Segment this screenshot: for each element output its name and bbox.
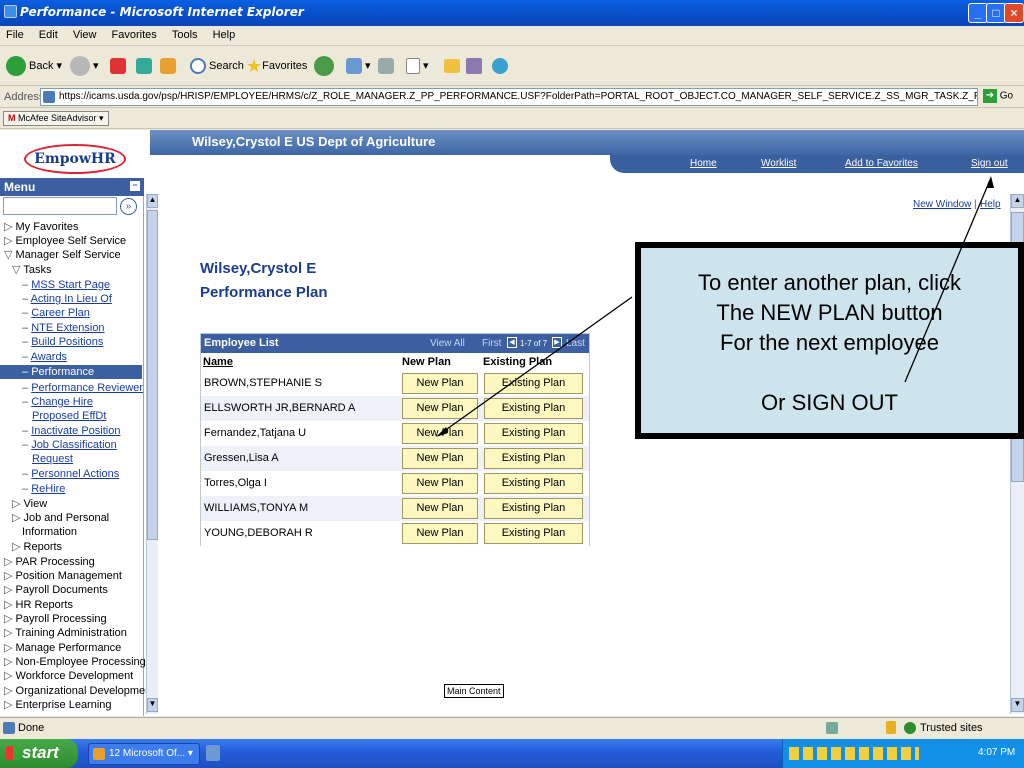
menu-bar: File Edit View Favorites Tools Help	[0, 26, 1024, 46]
print-button[interactable]	[378, 54, 397, 78]
maximize-button[interactable]: □	[986, 3, 1006, 23]
mail-icon	[346, 58, 362, 75]
back-arrow-icon	[6, 56, 26, 77]
messenger-button[interactable]	[492, 54, 511, 78]
minimize-button[interactable]: _	[968, 3, 988, 23]
search-button[interactable]: Search	[190, 54, 244, 78]
status-page-icon	[3, 722, 15, 734]
forward-arrow-icon	[70, 56, 90, 77]
search-icon	[190, 58, 206, 75]
history-icon	[314, 56, 334, 77]
status-text: Done	[18, 722, 45, 734]
start-button[interactable]: start	[0, 739, 78, 768]
trusted-check-icon	[904, 722, 916, 734]
status-bar: Done Trusted sites	[0, 717, 1024, 739]
home-icon	[160, 58, 176, 75]
go-button[interactable]: ➔ Go	[983, 89, 1013, 103]
tray-icons[interactable]	[789, 747, 919, 760]
stop-icon	[110, 58, 126, 75]
page-icon	[43, 91, 55, 103]
arrow-head-sign-out	[986, 176, 994, 188]
messenger-icon	[492, 58, 508, 75]
stop-button[interactable]	[110, 54, 129, 78]
taskbar-ie-icon[interactable]	[206, 745, 220, 761]
ie-icon	[4, 5, 17, 18]
research-icon	[466, 58, 482, 75]
close-button[interactable]: ×	[1004, 3, 1024, 23]
refresh-icon	[136, 58, 152, 75]
forward-button[interactable]: ▾	[70, 54, 99, 78]
page-content: EmpowHR Wilsey,Crystol E US Dept of Agri…	[0, 130, 1024, 716]
taskbar-item-office[interactable]: 12 Microsoft Of... ▾	[88, 743, 200, 765]
title-bar: Performance - Microsoft Internet Explore…	[0, 0, 1024, 26]
mail-button[interactable]: ▾	[346, 54, 371, 78]
arrow-head-new-plan	[436, 427, 448, 437]
menu-tools[interactable]: Tools	[166, 26, 204, 44]
security-zone: Trusted sites	[920, 722, 983, 734]
menu-help[interactable]: Help	[207, 26, 242, 44]
word-icon	[406, 58, 420, 75]
home-button[interactable]	[160, 54, 179, 78]
print-icon	[378, 58, 394, 75]
edit-button[interactable]: ▾	[406, 54, 429, 78]
clock: 4:07 PM	[978, 747, 1016, 758]
address-label: Address	[4, 91, 45, 103]
address-bar: Address https://icams.usda.gov/psp/HRISP…	[0, 86, 1024, 108]
menu-file[interactable]: File	[0, 26, 30, 44]
toolbar: Back ▾ ▾ Search ★Favorites ▾ ▾	[0, 46, 1024, 86]
menu-edit[interactable]: Edit	[33, 26, 64, 44]
mcafee-siteadvisor-button[interactable]: M McAfee SiteAdvisor ▾	[3, 111, 109, 126]
status-zone-icon	[826, 722, 838, 734]
system-tray: 4:07 PM	[782, 739, 1024, 768]
mcafee-bar: M McAfee SiteAdvisor ▾	[0, 109, 1024, 129]
windows-logo-icon	[6, 746, 20, 760]
menu-view[interactable]: View	[67, 26, 103, 44]
window-title: Performance - Microsoft Internet Explore…	[20, 5, 304, 19]
history-button[interactable]	[314, 54, 337, 78]
go-arrow-icon: ➔	[983, 89, 997, 103]
star-icon: ★	[246, 56, 263, 77]
folder-icon	[444, 59, 460, 74]
research-button[interactable]	[466, 54, 485, 78]
arrow-to-sign-out	[904, 179, 991, 383]
mcafee-icon: M	[8, 113, 16, 123]
lock-icon	[886, 721, 896, 734]
back-button[interactable]: Back ▾	[6, 54, 62, 78]
refresh-button[interactable]	[136, 54, 155, 78]
address-input[interactable]: https://icams.usda.gov/psp/HRISP/EMPLOYE…	[40, 88, 978, 106]
address-url: https://icams.usda.gov/psp/HRISP/EMPLOYE…	[59, 91, 977, 102]
arrow-to-new-plan	[439, 296, 633, 435]
menu-favorites[interactable]: Favorites	[106, 26, 163, 44]
annotation-arrows	[436, 176, 994, 437]
favorites-button[interactable]: ★Favorites	[246, 54, 307, 78]
office-icon	[93, 748, 105, 760]
folder-button[interactable]	[444, 54, 463, 78]
